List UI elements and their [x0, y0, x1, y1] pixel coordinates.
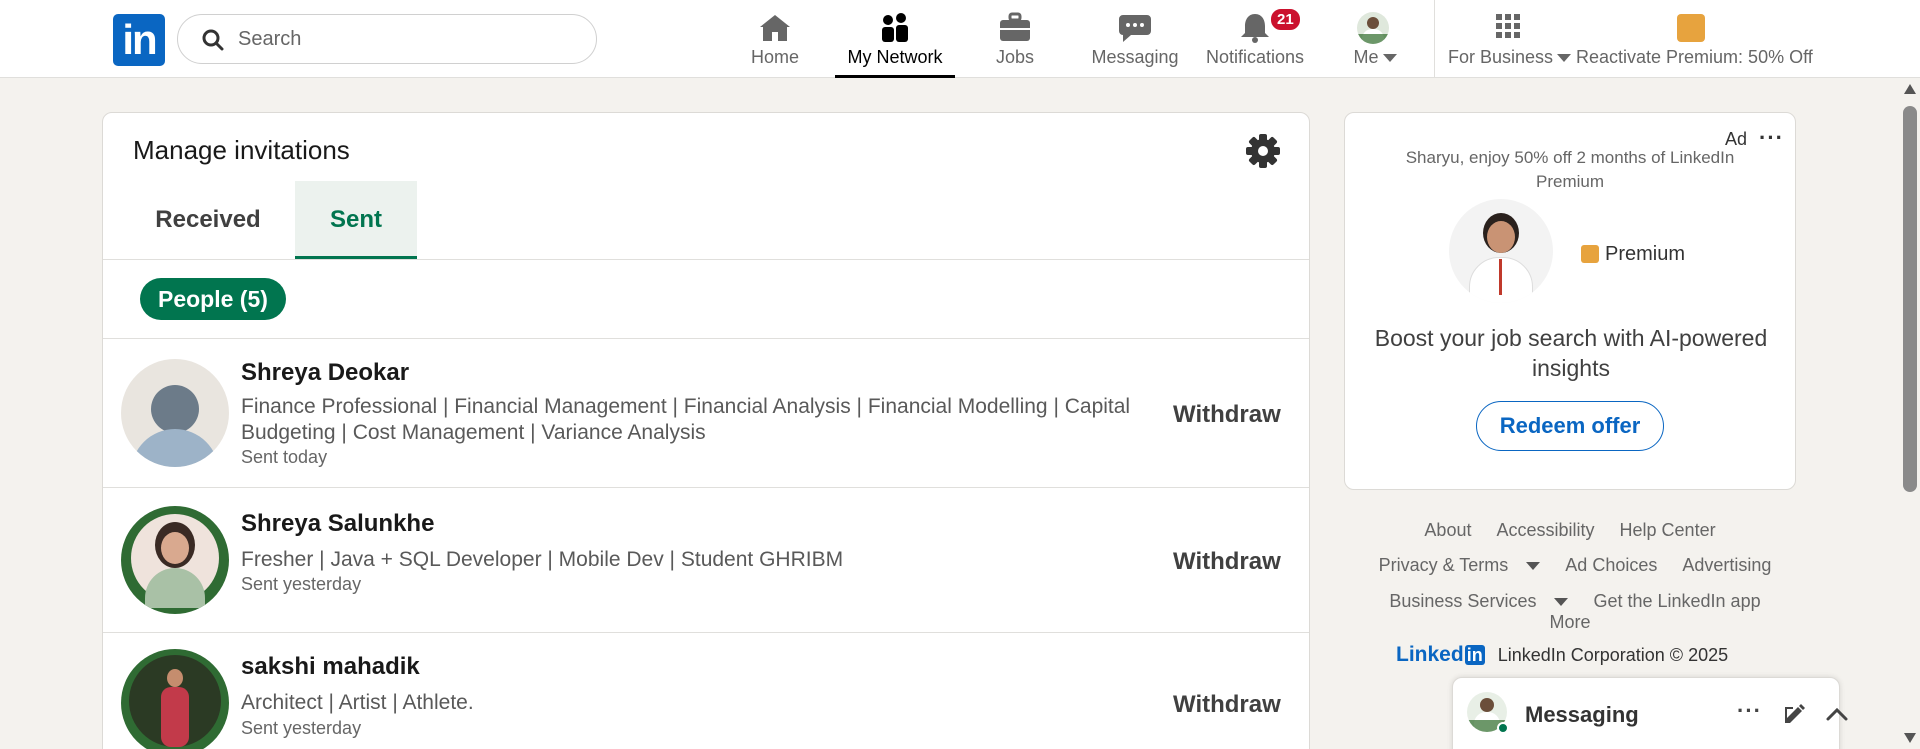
tab-received[interactable]: Received [133, 181, 283, 259]
online-status-icon [1497, 722, 1509, 734]
scroll-up-arrow-icon[interactable] [1904, 84, 1916, 94]
more-options-icon[interactable]: ··· [1759, 125, 1784, 151]
chevron-down-icon [1526, 562, 1541, 571]
messaging-title: Messaging [1525, 702, 1639, 727]
nav-me-label: Me [1353, 47, 1379, 67]
footer-link-privacy[interactable]: Privacy & Terms [1369, 555, 1541, 575]
withdraw-button[interactable]: Withdraw [1173, 401, 1281, 429]
ad-message: Sharyu, enjoy 50% off 2 months of Linked… [1405, 148, 1735, 191]
tab-sent[interactable]: Sent [295, 181, 417, 259]
avatar[interactable] [121, 359, 229, 467]
footer-link-more[interactable]: More [1549, 612, 1590, 632]
sent-time: Sent yesterday [241, 574, 362, 594]
page-title: Manage invitations [133, 135, 350, 165]
footer-link-advertising[interactable]: Advertising [1682, 555, 1771, 575]
footer-link-privacy-label: Privacy & Terms [1378, 555, 1509, 575]
bell-icon [1241, 14, 1269, 43]
linkedin-wordmark: Linked in [1396, 643, 1485, 666]
footer-link-accessibility[interactable]: Accessibility [1496, 520, 1594, 540]
list-item: Shreya Salunkhe Fresher | Java + SQL Dev… [103, 488, 1309, 633]
linkedin-logo[interactable]: in [113, 14, 165, 66]
premium-icon [1581, 245, 1599, 263]
scroll-down-arrow-icon[interactable] [1904, 733, 1916, 743]
premium-label: Premium [1605, 243, 1686, 265]
home-icon [760, 15, 790, 41]
sent-time: Sent today [241, 447, 328, 467]
messaging-overlay[interactable]: Messaging ··· [1452, 677, 1848, 749]
avatar[interactable] [121, 506, 229, 614]
list-item: Shreya Deokar Finance Professional | Fin… [103, 339, 1309, 487]
footer-link-app[interactable]: Get the LinkedIn app [1593, 591, 1760, 611]
top-nav: in Home My Network Jobs Messaging 21 Not… [0, 0, 1920, 78]
premium-badge: Premium [1581, 243, 1685, 266]
people-icon [882, 13, 908, 42]
list-item: sakshi mahadik Architect | Artist | Athl… [103, 633, 1309, 749]
avatar [1449, 199, 1553, 303]
people-filter-pill[interactable]: People (5) [140, 278, 286, 320]
nav-home-label: Home [750, 47, 799, 67]
person-name[interactable]: Shreya Deokar [241, 359, 409, 387]
wordmark-in: in [1464, 645, 1485, 665]
person-name[interactable]: sakshi mahadik [241, 653, 420, 681]
person-name[interactable]: Shreya Salunkhe [241, 510, 434, 538]
footer-link-adchoices[interactable]: Ad Choices [1565, 555, 1657, 575]
nav-premium[interactable]: Reactivate Premium: 50% Off [1576, 0, 1813, 78]
avatar[interactable] [121, 649, 229, 749]
footer-copyright: Linked in LinkedIn Corporation © 2025 [1396, 643, 1728, 667]
nav-for-business-label: For Business [1448, 47, 1554, 67]
chevron-up-icon[interactable] [1825, 706, 1849, 722]
withdraw-button[interactable]: Withdraw [1173, 691, 1281, 719]
chevron-down-icon [1554, 598, 1569, 607]
chevron-down-icon [1557, 54, 1572, 63]
chevron-down-icon [1382, 54, 1397, 63]
copyright-text: LinkedIn Corporation © 2025 [1497, 645, 1729, 665]
nav-premium-label: Reactivate Premium: 50% Off [1576, 47, 1813, 67]
nav-notifications-label: Notifications [1205, 47, 1305, 67]
scrollbar-thumb[interactable] [1903, 106, 1917, 492]
wordmark-text: Linked [1396, 643, 1464, 666]
search-icon [202, 29, 224, 51]
nav-notifications[interactable]: 21 Notifications [1203, 0, 1307, 78]
grid-icon [1496, 14, 1520, 38]
divider [103, 259, 1309, 260]
avatar [1357, 12, 1389, 44]
nav-divider [1434, 0, 1435, 78]
footer-link-help[interactable]: Help Center [1620, 520, 1716, 540]
search-input[interactable] [238, 15, 578, 63]
nav-for-business[interactable]: For Business [1448, 0, 1572, 78]
nav-my-network-label: My Network [847, 47, 943, 67]
footer-link-about[interactable]: About [1424, 520, 1471, 540]
more-options-icon[interactable]: ··· [1737, 698, 1762, 724]
gear-icon[interactable] [1245, 133, 1281, 169]
footer-link-business[interactable]: Business Services [1379, 591, 1569, 611]
nav-messaging[interactable]: Messaging [1090, 0, 1180, 78]
footer-row-1: About Accessibility Help Center [1344, 520, 1796, 541]
briefcase-icon [1000, 12, 1030, 41]
withdraw-button[interactable]: Withdraw [1173, 548, 1281, 576]
redeem-offer-button[interactable]: Redeem offer [1476, 401, 1664, 451]
footer-row-3: Business Services Get the LinkedIn app M… [1344, 591, 1796, 633]
search-box[interactable] [177, 14, 597, 64]
compose-icon[interactable] [1783, 702, 1807, 726]
nav-jobs-label: Jobs [995, 47, 1035, 67]
premium-icon [1677, 14, 1705, 42]
ad-card: Ad ··· Sharyu, enjoy 50% off 2 months of… [1344, 112, 1796, 490]
nav-home[interactable]: Home [735, 0, 815, 78]
person-headline: Architect | Artist | Athlete. [241, 691, 474, 714]
footer-row-2: Privacy & Terms Ad Choices Advertising [1344, 555, 1796, 576]
notifications-badge: 21 [1269, 7, 1302, 32]
nav-messaging-label: Messaging [1091, 47, 1179, 67]
chat-icon [1119, 15, 1151, 42]
ad-headline: Boost your job search with AI-powered in… [1374, 325, 1768, 381]
sent-time: Sent yesterday [241, 718, 362, 738]
invitations-card: Manage invitations Received Sent People … [102, 112, 1310, 749]
person-headline: Finance Professional | Financial Managem… [241, 395, 1131, 444]
footer-link-business-label: Business Services [1389, 591, 1537, 611]
nav-me[interactable]: Me [1340, 0, 1410, 78]
nav-my-network[interactable]: My Network [835, 0, 955, 78]
person-headline: Fresher | Java + SQL Developer | Mobile … [241, 548, 844, 571]
nav-jobs[interactable]: Jobs [975, 0, 1055, 78]
